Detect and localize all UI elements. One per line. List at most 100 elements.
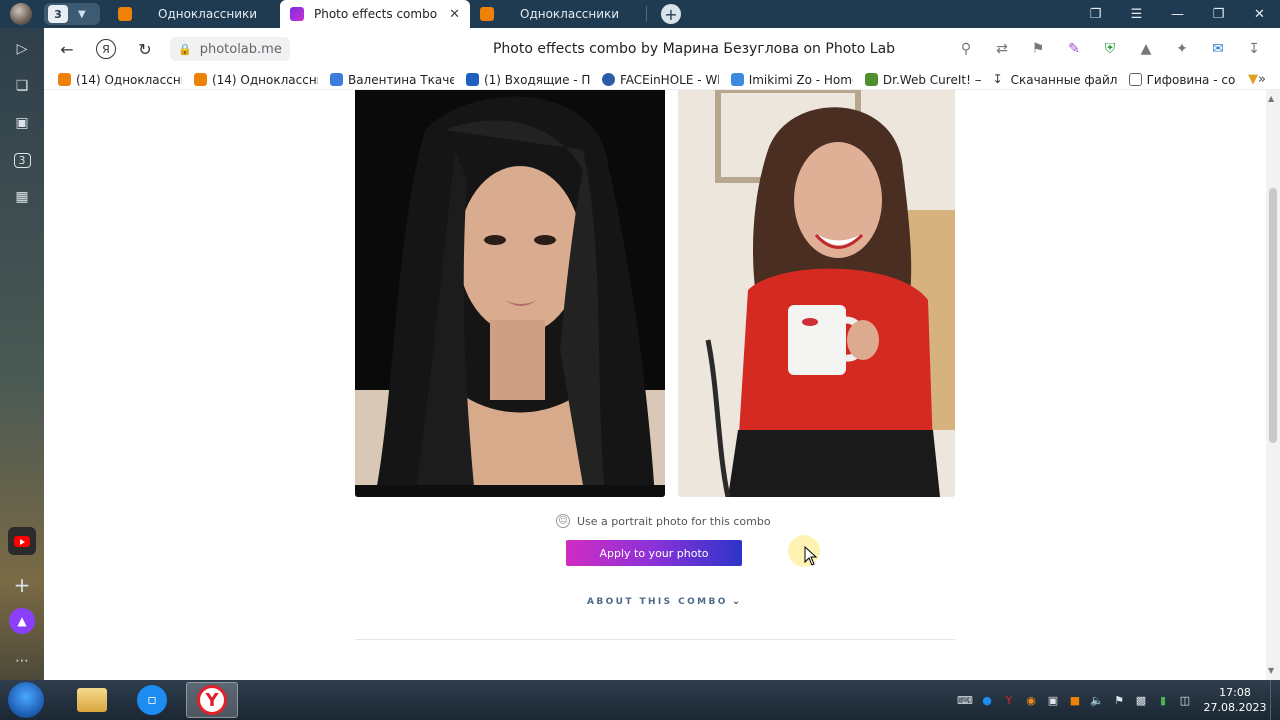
reload-icon[interactable]: ↻ xyxy=(132,36,158,62)
vpn-icon[interactable]: ▼ xyxy=(1248,72,1258,87)
tab-odnoklassniki-2[interactable]: Одноклассники xyxy=(470,0,646,28)
bookmark-item[interactable]: Dr.Web CureIt! — xyxy=(864,72,981,87)
taskbar-zoom[interactable]: ▫ xyxy=(126,682,178,718)
url-field[interactable]: 🔒 photolab.me xyxy=(170,37,290,61)
zoom-tray-icon[interactable]: ● xyxy=(976,694,998,707)
bookmark-item[interactable]: (14) Одноклассни xyxy=(58,73,182,87)
back-arrow-icon[interactable]: ← xyxy=(54,36,80,62)
clock[interactable]: 17:08 27.08.2023 xyxy=(1200,685,1270,715)
bookmark-label: FACEinHOLE - Wh xyxy=(619,72,719,87)
bookmark-item[interactable]: Imikimi Zo - Home xyxy=(730,72,853,87)
extension-icon[interactable]: ▲ xyxy=(1128,41,1164,57)
about-combo-toggle[interactable]: ABOUT THIS COMBO ⌄ xyxy=(587,596,743,607)
odnoklassniki-icon xyxy=(118,7,132,21)
youtube-icon[interactable] xyxy=(8,527,36,555)
bookmark-label: Гифовина - соз xyxy=(1146,72,1237,87)
bookmark-item[interactable]: (1) Входящие - По xyxy=(465,72,590,87)
tab-label: Photo effects combo by xyxy=(314,7,441,21)
divider xyxy=(355,639,955,640)
toolbar-right: ⚲ ⇄ ⚑ ✎ ⛨ ▲ ✦ ✉ ↧ xyxy=(948,41,1272,57)
notification-icon[interactable]: ◫ xyxy=(1174,694,1196,707)
screenshot-icon[interactable]: ▣ xyxy=(9,110,35,136)
bookmarks-bar: (14) Одноклассни (14) Одноклассни Валент… xyxy=(44,70,1280,90)
tab-odnoklassniki-1[interactable]: Одноклассники xyxy=(108,0,280,28)
windows-taskbar: ▫ Y ⌨ ● Y ◉ ▣ ■ 🔈 ⚑ ▩ ▮ ◫ 17:08 27.08.20… xyxy=(0,680,1280,720)
odnoklassniki-tray-icon[interactable]: ■ xyxy=(1064,694,1086,707)
volume-icon[interactable]: 🔈 xyxy=(1086,694,1108,707)
download-icon[interactable]: ↧ xyxy=(1236,41,1272,57)
drweb-icon xyxy=(864,73,878,86)
counter-icon[interactable]: 3 xyxy=(9,147,35,173)
bookmark-item[interactable]: Гифовина - соз xyxy=(1128,72,1237,87)
yandex-icon[interactable]: Я xyxy=(96,39,116,59)
add-icon[interactable]: + xyxy=(9,572,35,598)
system-tray: ⌨ ● Y ◉ ▣ ■ 🔈 ⚑ ▩ ▮ ◫ 17:08 27.08.2023 xyxy=(954,680,1280,720)
taskbar-explorer[interactable] xyxy=(66,682,118,718)
hint-text: Use a portrait photo for this combo xyxy=(577,514,771,528)
tab-counter-button[interactable]: 3 ▼ xyxy=(44,3,100,25)
profile-avatar[interactable] xyxy=(10,3,32,25)
app-tray-icon[interactable]: ▣ xyxy=(1042,694,1064,707)
apps-grid-icon[interactable]: ▦ xyxy=(9,184,35,210)
maximize-icon[interactable]: ❐ xyxy=(1198,7,1239,22)
scroll-up-icon[interactable]: ▲ xyxy=(1268,94,1274,103)
apply-to-photo-button[interactable]: Apply to your photo xyxy=(566,540,742,566)
about-combo-label: ABOUT THIS COMBO xyxy=(587,596,728,607)
bookmarks-panel-icon[interactable]: ❐ xyxy=(1075,7,1116,22)
collections-icon[interactable]: ❏ xyxy=(9,73,35,99)
bookmark-item[interactable]: Валентина Ткачев xyxy=(329,72,454,87)
close-tab-icon[interactable]: ✕ xyxy=(449,7,460,22)
new-tab-button[interactable]: + xyxy=(661,4,681,24)
chevron-down-icon: ⌄ xyxy=(731,596,743,607)
keyboard-icon[interactable]: ⌨ xyxy=(954,694,976,707)
site-icon xyxy=(329,73,343,86)
bookmark-label: Dr.Web CureIt! — xyxy=(882,72,981,87)
puzzle-icon[interactable]: ✦ xyxy=(1164,41,1200,57)
browser-sidebar: ▷ ❏ ▣ 3 ▦ + ▲ ⋯ xyxy=(0,28,44,680)
bookmark-label: Imikimi Zo - Home xyxy=(748,72,853,87)
more-bookmarks-icon[interactable]: » xyxy=(1258,72,1266,87)
page-content: ☺ Use a portrait photo for this combo Ap… xyxy=(44,90,1266,680)
mail-icon[interactable]: ✉ xyxy=(1200,41,1236,57)
shield-icon[interactable]: ⛨ xyxy=(1092,41,1128,57)
start-button[interactable] xyxy=(8,682,44,718)
translate-icon[interactable]: ⇄ xyxy=(984,41,1020,57)
play-icon[interactable]: ▷ xyxy=(9,36,35,62)
bookmark-label: (1) Входящие - По xyxy=(483,72,590,87)
alice-assistant-icon[interactable]: ▲ xyxy=(9,608,35,634)
page-scrollbar[interactable]: ▲ ▼ xyxy=(1266,90,1280,680)
show-desktop-button[interactable] xyxy=(1270,680,1280,720)
bookmark-icon[interactable]: ⚑ xyxy=(1020,41,1056,57)
menu-icon[interactable]: ☰ xyxy=(1116,7,1157,22)
minimize-icon[interactable]: — xyxy=(1157,7,1198,22)
scroll-thumb[interactable] xyxy=(1269,188,1277,443)
clock-date: 27.08.2023 xyxy=(1203,701,1267,714)
flag-icon[interactable]: ⚑ xyxy=(1108,694,1130,707)
bookmark-label: Скачанные файль xyxy=(1010,72,1117,87)
pen-icon[interactable]: ✎ xyxy=(1056,41,1092,57)
avast-icon[interactable]: ◉ xyxy=(1020,694,1042,707)
tab-photolab[interactable]: Photo effects combo by ✕ xyxy=(280,0,470,28)
scroll-down-icon[interactable]: ▼ xyxy=(1268,666,1274,675)
tab-label: Одноклассники xyxy=(520,7,620,21)
portrait-image xyxy=(355,90,665,497)
bookmark-item[interactable]: (14) Одноклассни xyxy=(193,73,318,87)
battery-icon[interactable]: ▮ xyxy=(1152,694,1174,707)
mail-icon xyxy=(465,73,479,86)
yandex-tray-icon[interactable]: Y xyxy=(998,694,1020,707)
face-icon xyxy=(601,73,615,86)
odnoklassniki-icon xyxy=(58,73,71,86)
url-text: photolab.me xyxy=(199,41,282,57)
bookmark-item[interactable]: FACEinHOLE - Wh xyxy=(601,72,719,87)
bookmark-label: Валентина Ткачев xyxy=(347,72,454,87)
taskbar-yandex-browser[interactable]: Y xyxy=(186,682,238,718)
bookmark-item[interactable]: ↧ Скачанные файль xyxy=(993,73,1117,87)
odnoklassniki-icon xyxy=(480,7,494,21)
zoom-icon: ▫ xyxy=(137,685,167,715)
portrait-hint: ☺ Use a portrait photo for this combo xyxy=(556,514,771,528)
combo-photo-after xyxy=(678,90,955,497)
network-icon[interactable]: ▩ xyxy=(1130,694,1152,707)
close-window-icon[interactable]: ✕ xyxy=(1239,7,1280,22)
clock-time: 17:08 xyxy=(1219,686,1251,699)
more-icon[interactable]: ⋯ xyxy=(9,648,35,674)
